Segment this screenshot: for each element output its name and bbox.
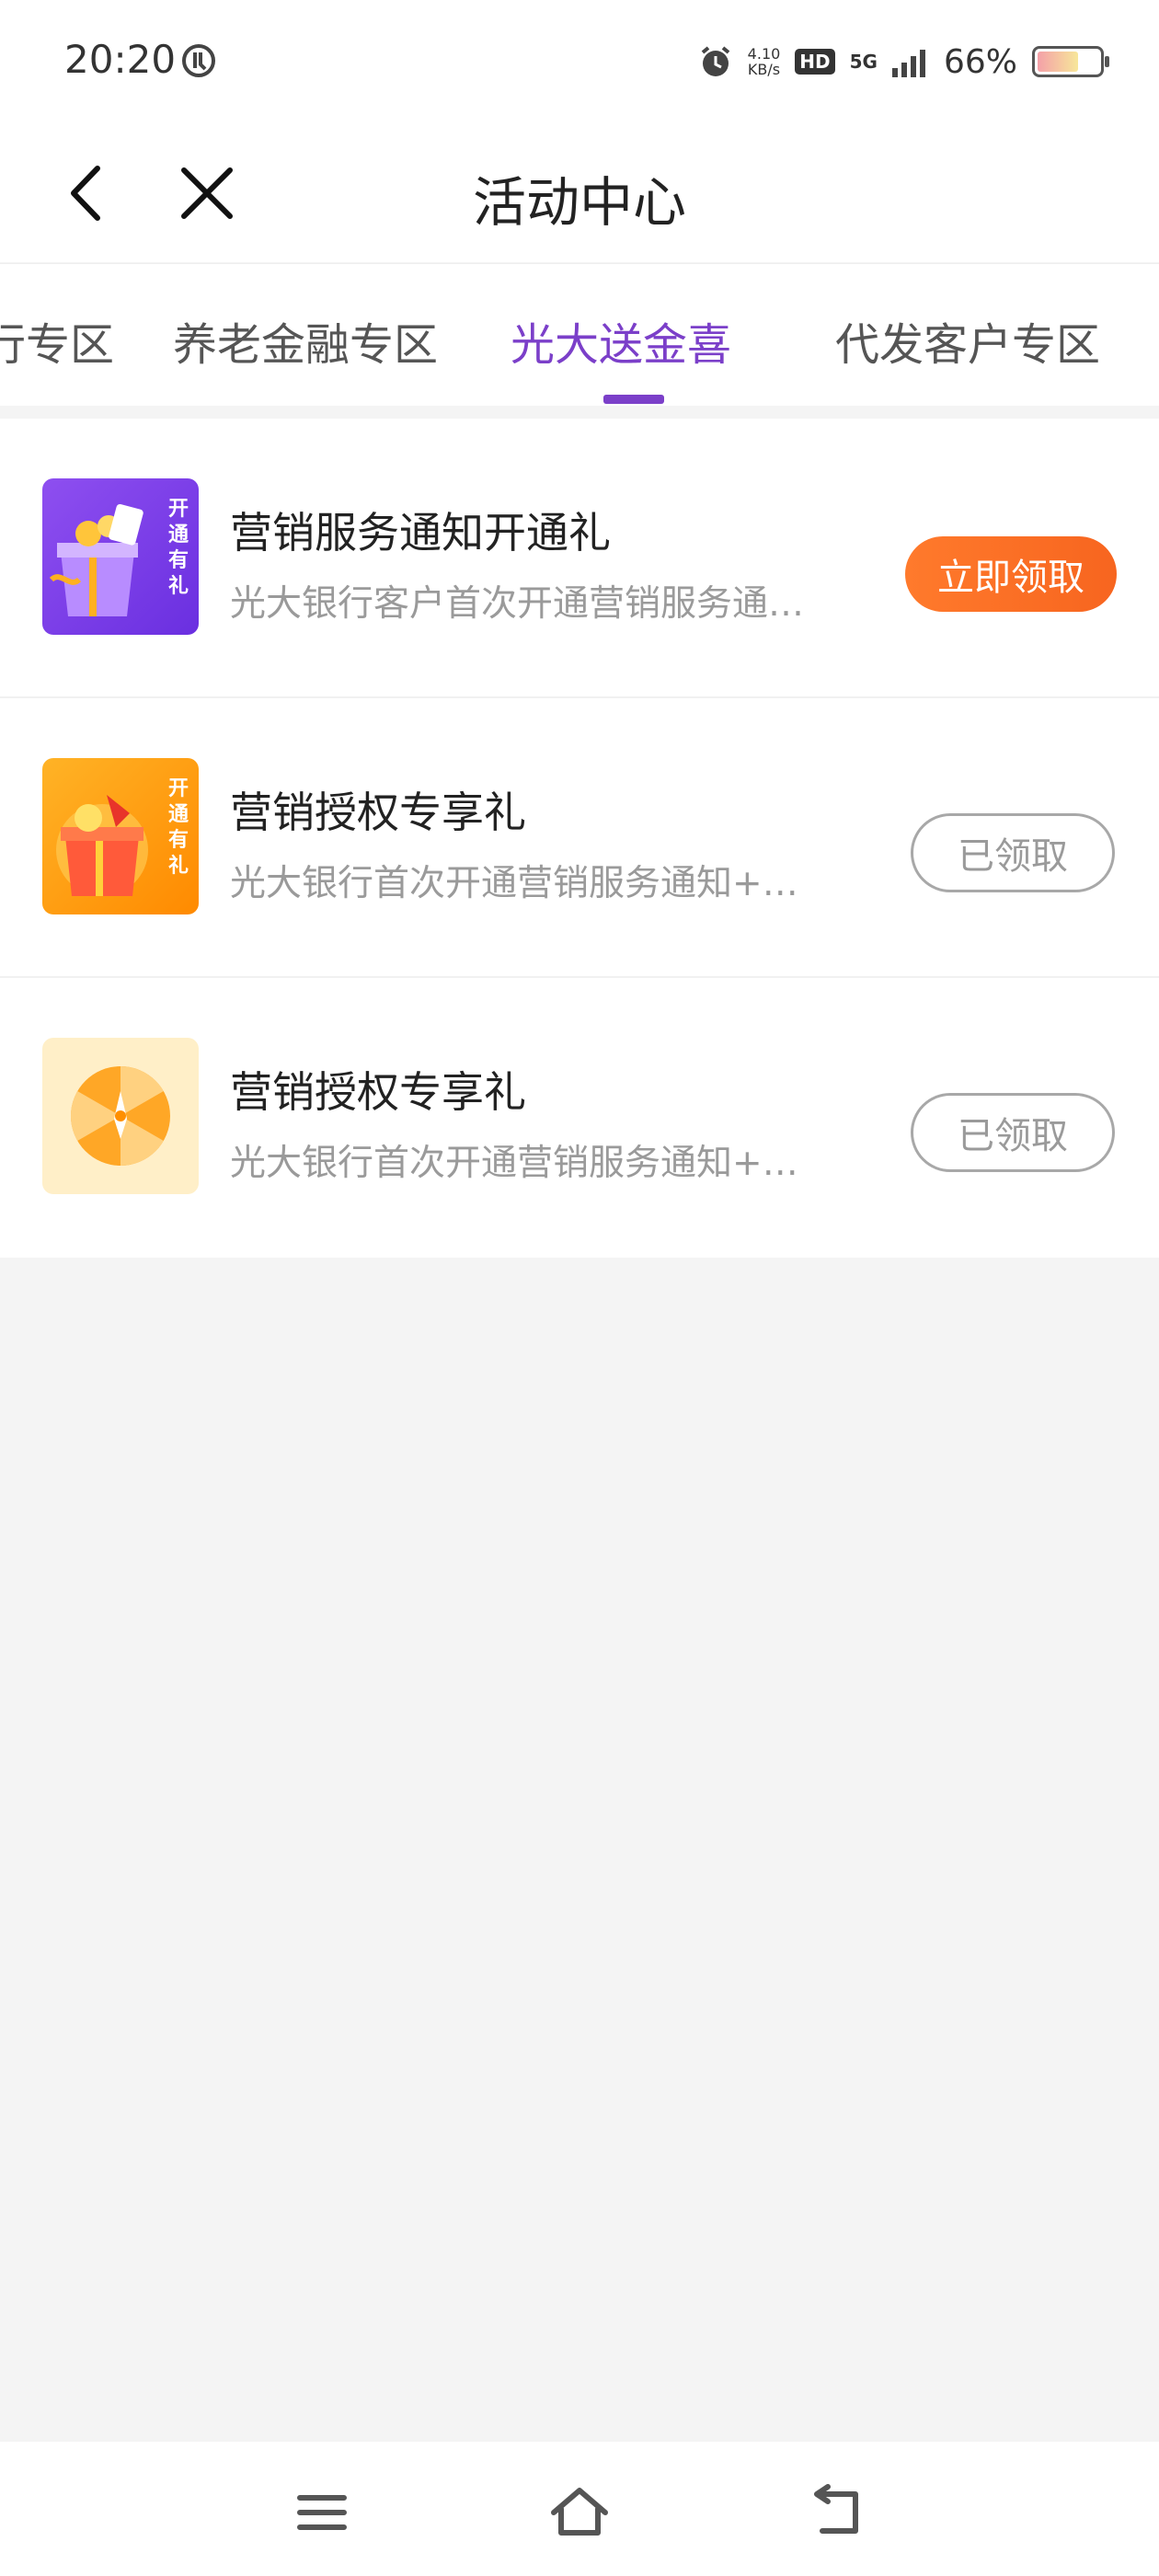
item-description: 光大银行首次开通营销服务通知+营销授权专享好礼 bbox=[230, 863, 819, 904]
vpn-icon bbox=[182, 44, 215, 77]
claim-now-button[interactable]: 立即领取 bbox=[905, 536, 1117, 612]
tab-pension-finance[interactable]: 养老金融专区 bbox=[173, 308, 438, 373]
list-item[interactable]: 开 通 有 礼 营销服务通知开通礼 光大银行客户首次开通营销服务通知享受惊喜好礼… bbox=[0, 419, 1159, 698]
net-speed-unit: KB/s bbox=[747, 61, 781, 78]
tab-payroll-customers[interactable]: 代发客户专区 bbox=[835, 308, 1100, 373]
claimed-button[interactable]: 已领取 bbox=[911, 1093, 1115, 1172]
item-description: 光大银行客户首次开通营销服务通知享受惊喜好礼 bbox=[230, 583, 819, 625]
item-title: 营销服务通知开通礼 bbox=[230, 508, 611, 558]
thumb-label: 开 bbox=[168, 498, 189, 521]
svg-text:通: 通 bbox=[168, 523, 189, 546]
list-item[interactable]: 营销授权专享礼 光大银行首次开通营销服务通知+营销授权专享好礼 已领取 bbox=[0, 978, 1159, 1258]
prize-wheel-icon bbox=[42, 1038, 199, 1194]
system-nav-bar bbox=[0, 2442, 1159, 2576]
tab-partial-zone[interactable]: 行专区 bbox=[0, 308, 114, 373]
item-description: 光大银行首次开通营销服务通知+营销授权专享好礼 bbox=[230, 1143, 819, 1184]
home-icon[interactable] bbox=[550, 2483, 609, 2542]
net-speed-value: 4.10 bbox=[747, 45, 781, 63]
svg-text:有: 有 bbox=[168, 828, 189, 852]
item-title: 营销授权专享礼 bbox=[230, 1067, 526, 1117]
hd-badge: HD bbox=[795, 49, 835, 75]
alarm-icon bbox=[701, 46, 729, 76]
gift-box-purple-icon: 开 通 有 礼 bbox=[42, 478, 199, 635]
nav-bar: 活动中心 bbox=[0, 124, 1159, 262]
battery-level bbox=[1038, 52, 1078, 72]
tab-guangda-gift[interactable]: 光大送金喜 bbox=[511, 308, 731, 373]
status-time: 20:20 bbox=[64, 37, 177, 82]
gift-box-orange-icon: 开 通 有 礼 bbox=[42, 758, 199, 914]
page-title: 活动中心 bbox=[472, 171, 686, 234]
back-icon[interactable] bbox=[808, 2483, 866, 2542]
list-item[interactable]: 开 通 有 礼 营销授权专享礼 光大银行首次开通营销服务通知+营销授权专享好礼 … bbox=[0, 698, 1159, 978]
svg-text:有: 有 bbox=[168, 548, 189, 572]
activity-list: 开 通 有 礼 营销服务通知开通礼 光大银行客户首次开通营销服务通知享受惊喜好礼… bbox=[0, 419, 1159, 1258]
item-title: 营销授权专享礼 bbox=[230, 788, 526, 837]
network-type: 5G bbox=[849, 51, 878, 73]
menu-icon[interactable] bbox=[293, 2483, 351, 2542]
svg-text:通: 通 bbox=[168, 803, 189, 826]
active-tab-indicator bbox=[603, 395, 664, 404]
net-speed: 4.10 KB/s bbox=[748, 46, 781, 77]
tab-bar: 行专区 养老金融专区 光大送金喜 代发客户专区 bbox=[0, 263, 1159, 406]
claimed-button[interactable]: 已领取 bbox=[911, 813, 1115, 892]
signal-icon bbox=[891, 50, 925, 77]
status-icons: 4.10 KB/s HD 5G 66% bbox=[698, 39, 1109, 85]
svg-text:礼: 礼 bbox=[168, 854, 189, 878]
battery-percent: 66% bbox=[943, 42, 1017, 81]
battery-icon bbox=[1032, 46, 1109, 77]
status-bar: 20:20 4.10 KB/s HD 5G 66% bbox=[0, 0, 1159, 124]
svg-text:开: 开 bbox=[168, 777, 189, 800]
svg-text:礼: 礼 bbox=[168, 574, 189, 598]
